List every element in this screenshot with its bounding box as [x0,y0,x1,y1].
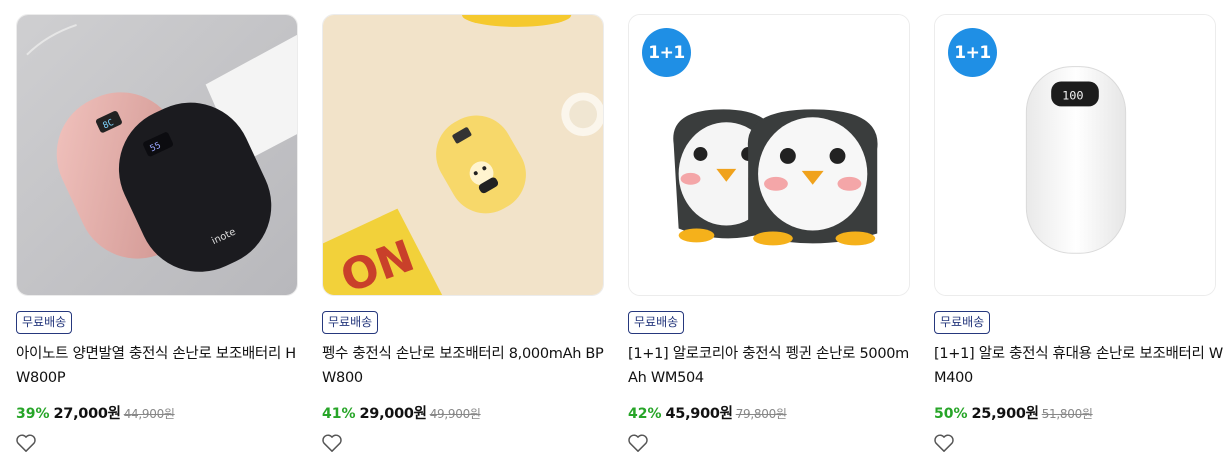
sale-price: 29,000원 [359,406,428,422]
heart-outline-icon[interactable] [15,433,37,453]
one-plus-one-badge: 1+1 [948,28,997,77]
hand-warmer-photo: inote 8C 55 inote [17,15,297,295]
price-row: 42% 45,900원 79,800원 [628,402,787,422]
heart-outline-icon[interactable] [627,433,649,453]
product-image[interactable]: ON [322,14,604,296]
product-grid: inote 8C 55 inote 무료배송 아이노트 양면발열 충전식 손난로… [16,14,1223,454]
price-row: 50% 25,900원 51,800원 [934,402,1093,422]
discount-rate: 39% [16,406,50,422]
product-card[interactable]: ON 무료배송 펭수 충전식 손난로 보조배터리 8,000mAh BP W80… [322,14,604,454]
discount-rate: 42% [628,406,662,422]
heart-outline-icon[interactable] [933,433,955,453]
product-card[interactable]: 100 1+1 무료배송 [1+1] 알로 충전식 휴대용 손난로 보조배터리 … [933,14,1223,454]
sale-price: 27,000원 [53,406,122,422]
product-card[interactable]: inote 8C 55 inote 무료배송 아이노트 양면발열 충전식 손난로… [16,14,298,454]
product-title[interactable]: 펭수 충전식 손난로 보조배터리 8,000mAh BP W800 [322,342,612,390]
price-row: 39% 27,000원 44,900원 [16,402,175,422]
product-title[interactable]: [1+1] 알로 충전식 휴대용 손난로 보조배터리 WM400 [934,342,1224,390]
svg-text:100: 100 [1062,88,1084,102]
original-price: 44,900원 [123,407,175,421]
original-price: 51,800원 [1041,407,1093,421]
sale-price: 25,900원 [971,406,1040,422]
price-row: 41% 29,000원 49,900원 [322,402,481,422]
free-shipping-badge: 무료배송 [628,311,685,334]
product-card[interactable]: 1+1 무료배송 [1+1] 알로코리아 충전식 펭귄 손난로 5000m Ah… [628,14,910,454]
product-image[interactable]: 100 1+1 [934,14,1216,296]
free-shipping-badge: 무료배송 [934,311,991,334]
product-title[interactable]: [1+1] 알로코리아 충전식 펭귄 손난로 5000m Ah WM504 [628,342,918,390]
product-image[interactable]: 1+1 [628,14,910,296]
product-image[interactable]: inote 8C 55 inote [16,14,298,296]
discount-rate: 41% [322,406,356,422]
discount-rate: 50% [934,406,968,422]
heart-outline-icon[interactable] [321,433,343,453]
original-price: 79,800원 [735,407,787,421]
sale-price: 45,900원 [665,406,734,422]
bee-hand-warmer-photo: ON [323,15,603,295]
one-plus-one-badge: 1+1 [642,28,691,77]
original-price: 49,900원 [429,407,481,421]
product-title[interactable]: 아이노트 양면발열 충전식 손난로 보조배터리 HW800P [16,342,306,390]
free-shipping-badge: 무료배송 [16,311,73,334]
free-shipping-badge: 무료배송 [322,311,379,334]
